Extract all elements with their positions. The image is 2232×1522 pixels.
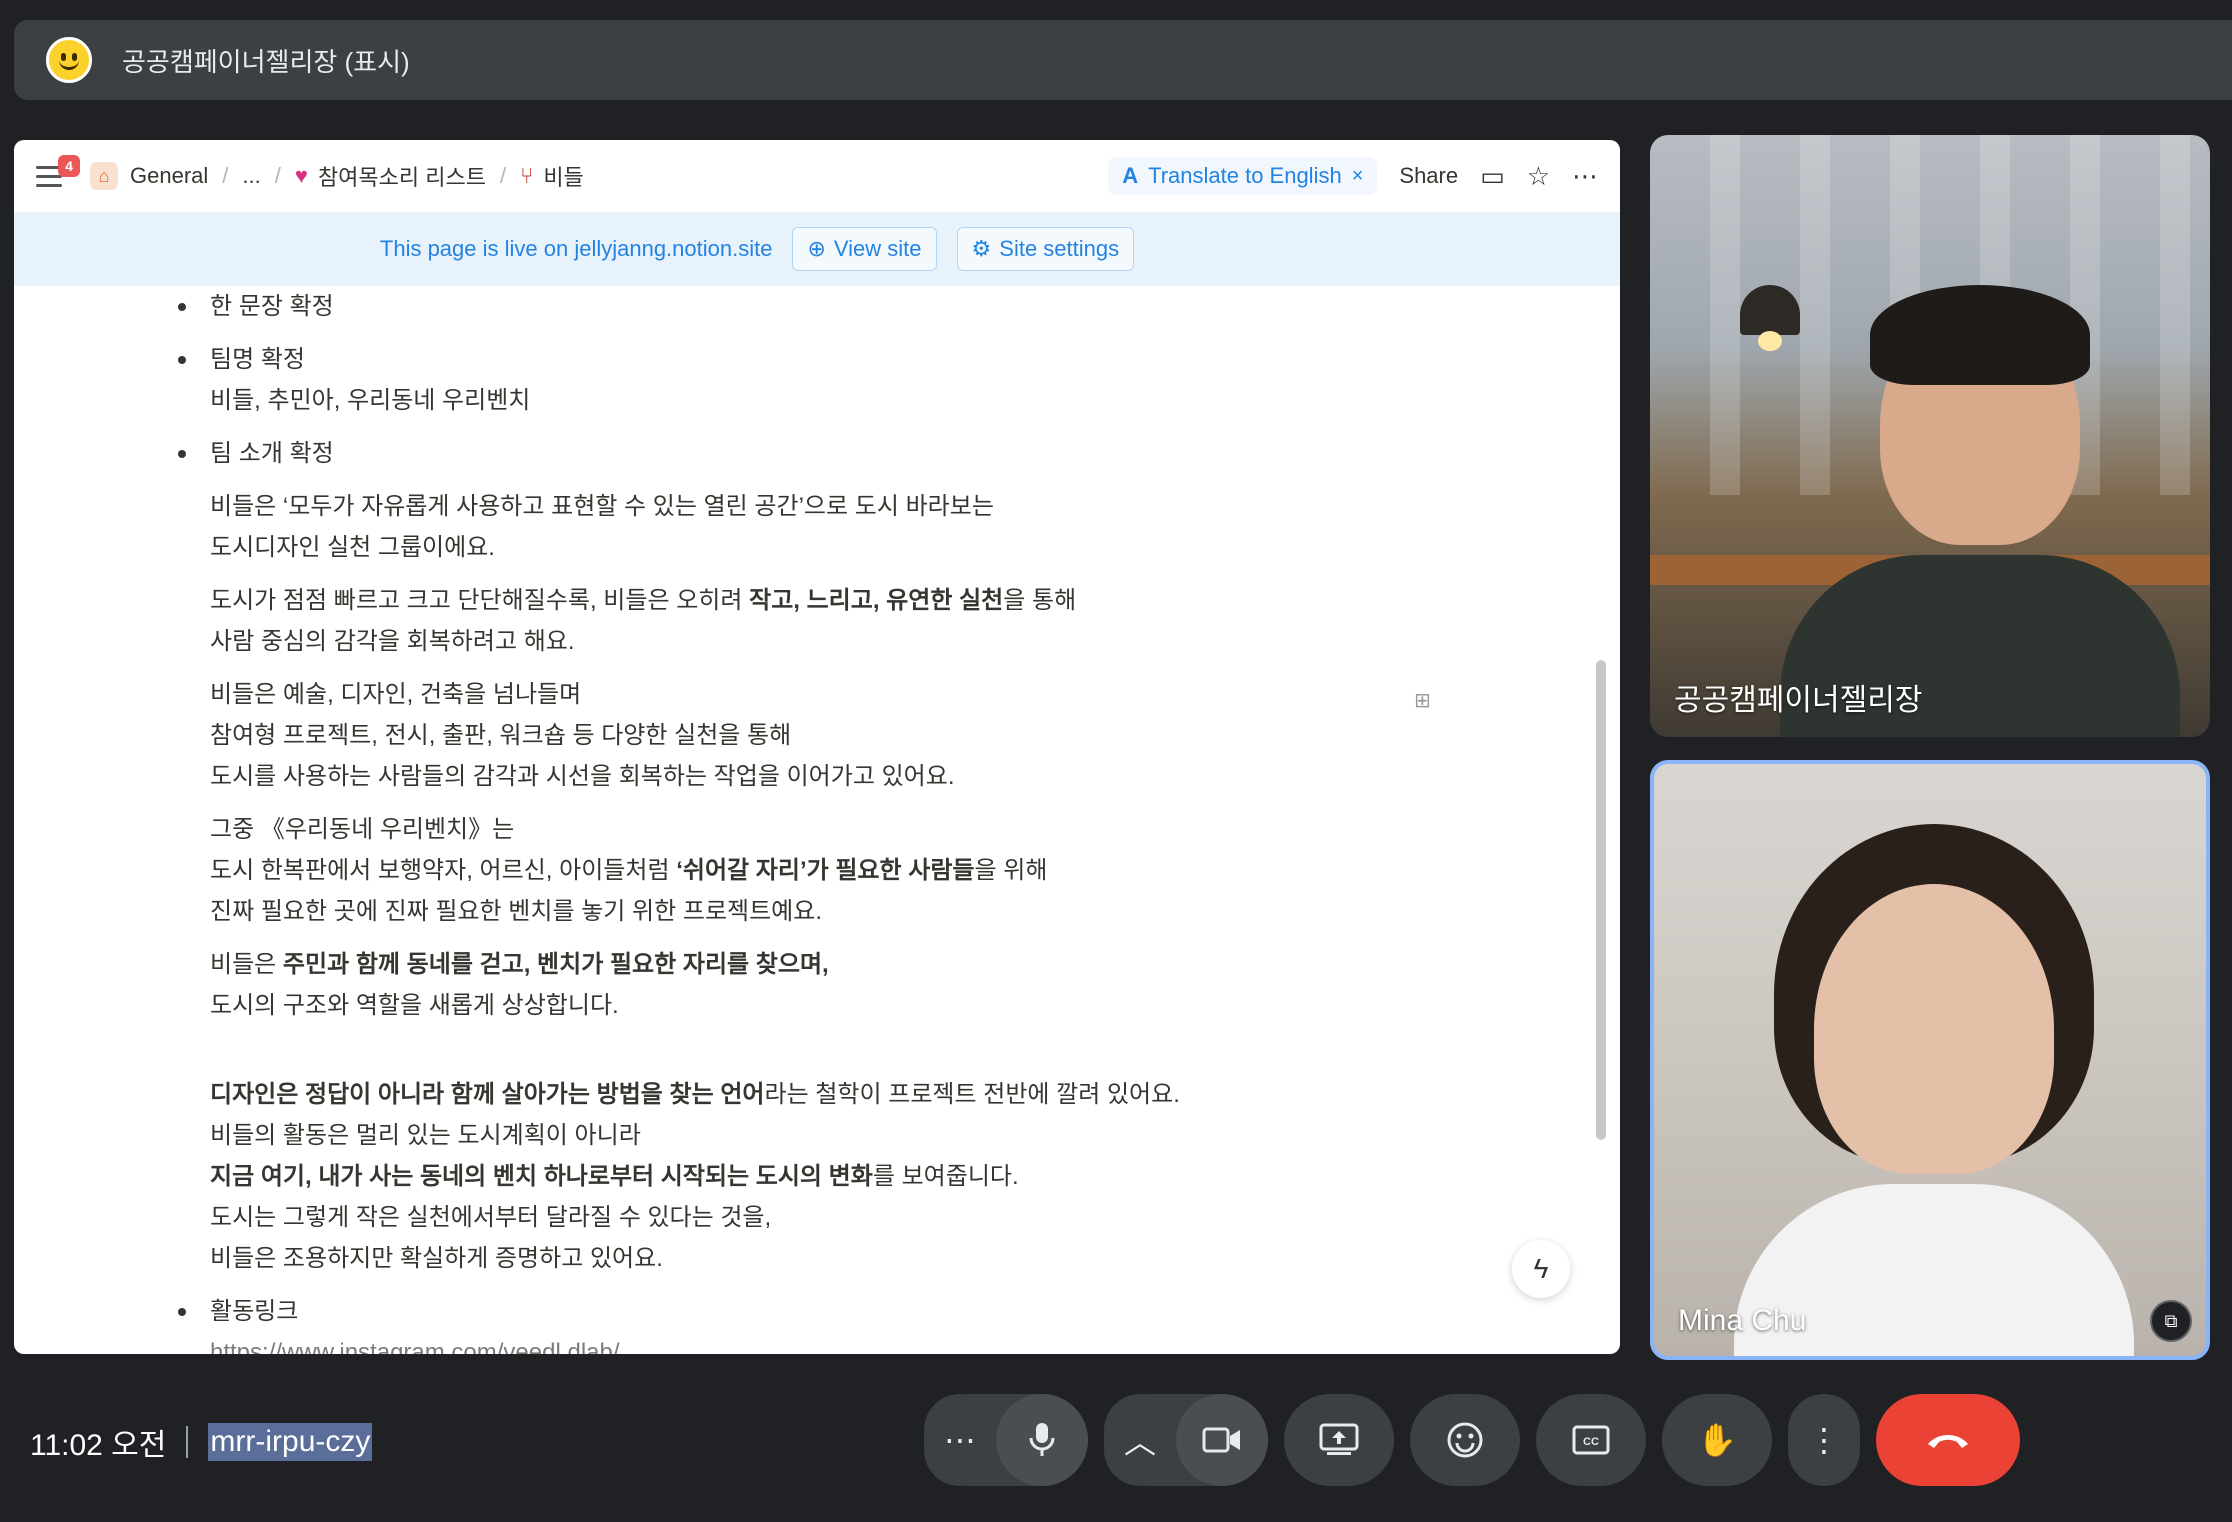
bullet-text[interactable]: 팀명 확정: [210, 339, 1604, 380]
globe-icon: ⊕: [807, 236, 826, 261]
breadcrumb-ellipsis[interactable]: ...: [242, 163, 260, 189]
participant-name: Mina Chu: [1678, 1304, 1807, 1337]
heart-icon: ♥: [294, 163, 308, 188]
paragraph-line: 도시를 사용하는 사람들의 감각과 시선을 회복하는 작업을 이어가고 있어요.: [210, 763, 955, 790]
paragraph[interactable]: 비들은 예술, 디자인, 건축을 넘나들며 참여형 프로젝트, 전시, 출판, …: [174, 674, 1604, 797]
close-icon[interactable]: ×: [1352, 165, 1364, 188]
list-item: 팀명 확정 비들, 추민아, 우리동네 우리벤치: [174, 339, 1604, 421]
paragraph-line: 디자인은 정답이 아니라 함께 살아가는 방법을 찾는 언어라는 철학이 프로젝…: [210, 1081, 1180, 1108]
bullet-subtext[interactable]: 비들, 추민아, 우리동네 우리벤치: [210, 380, 1604, 421]
list-item: 활동링크 https://www.instagram.com/veedl.dla…: [174, 1291, 1604, 1354]
site-settings-button[interactable]: ⚙ Site settings: [956, 227, 1135, 271]
more-icon[interactable]: ⋯: [1572, 161, 1598, 192]
participant-tile-active[interactable]: Mina Chu ⧉: [1650, 760, 2210, 1360]
audio-options-icon[interactable]: ⋯: [924, 1394, 996, 1486]
meeting-code[interactable]: mrr-irpu-czy: [208, 1423, 373, 1461]
list-item: 팀 소개 확정: [174, 433, 1604, 474]
video-controls: ︿: [1104, 1394, 1268, 1486]
presenter-title: 공공캠페이너젤리장 (표시): [122, 46, 410, 77]
paragraph-line: 도시는 그렇게 작은 실천에서부터 달라질 수 있다는 것을,: [210, 1204, 772, 1231]
paragraph-line: 참여형 프로젝트, 전시, 출판, 워크숍 등 다양한 실천을 통해: [210, 722, 792, 749]
breadcrumb: ⌂ General / ... / ♥ 참여목소리 리스트 / ⑂ 비들: [90, 160, 584, 192]
emoji-icon[interactable]: [1410, 1394, 1520, 1486]
paragraph[interactable]: 도시가 점점 빠르고 크고 단단해질수록, 비들은 오히려 작고, 느리고, 유…: [174, 580, 1604, 662]
paragraph[interactable]: 디자인은 정답이 아니라 함께 살아가는 방법을 찾는 언어라는 철학이 프로젝…: [174, 1074, 1604, 1279]
share-button[interactable]: Share: [1399, 163, 1458, 189]
banner-text: This page is live on jellyjanng.notion.s…: [379, 236, 773, 261]
pip-icon[interactable]: ⧉: [2150, 1300, 2192, 1342]
meeting-info: 11:02 오전 mrr-irpu-czy: [30, 1420, 373, 1464]
bullet-text[interactable]: 한 문장 확정: [210, 293, 334, 320]
end-call-icon[interactable]: [1876, 1394, 2020, 1486]
paragraph[interactable]: 그중 《우리동네 우리벤치》는 도시 한복판에서 보행약자, 어르신, 아이들처…: [174, 809, 1604, 932]
captions-icon[interactable]: CC: [1536, 1394, 1646, 1486]
instagram-link[interactable]: https://www.instagram.com/veedl.dlab/: [210, 1332, 1604, 1354]
paragraph[interactable]: 비들은 ‘모두가 자유롭게 사용하고 표현할 수 있는 열린 공간’으로 도시 …: [174, 486, 1604, 568]
paragraph[interactable]: 비들은 주민과 함께 동네를 걷고, 벤치가 필요한 자리를 찾으며, 도시의 …: [174, 944, 1604, 1026]
add-comment-icon[interactable]: ⊞: [1414, 688, 1431, 713]
star-icon[interactable]: ☆: [1527, 161, 1550, 192]
breadcrumb-current[interactable]: 비들: [543, 160, 583, 192]
translate-icon: A: [1122, 163, 1139, 188]
paragraph-line: 도시가 점점 빠르고 크고 단단해질수록, 비들은 오히려 작고, 느리고, 유…: [210, 587, 1077, 614]
view-site-button[interactable]: ⊕ View site: [792, 227, 937, 271]
notification-badge: 4: [58, 155, 80, 177]
breadcrumb-voice-list[interactable]: 참여목소리 리스트: [318, 160, 486, 192]
present-screen-icon[interactable]: [1284, 1394, 1394, 1486]
smiley-emoji-icon: [46, 37, 92, 83]
audio-controls: ⋯: [924, 1394, 1088, 1486]
participant-name: 공공캠페이너젤리장: [1674, 684, 1923, 717]
paragraph-line: 비들은 조용하지만 확실하게 증명하고 있어요.: [210, 1245, 663, 1272]
paragraph-line: 비들은 예술, 디자인, 건축을 넘나들며: [210, 681, 582, 708]
view-site-label: View site: [833, 236, 922, 261]
chair-icon: ⑂: [520, 163, 534, 188]
paragraph-line: 진짜 필요한 곳에 진짜 필요한 벤치를 놓기 위한 프로젝트예요.: [210, 898, 823, 925]
paragraph-line: 비들의 활동은 멀리 있는 도시계획이 아니라: [210, 1122, 641, 1149]
svg-text:CC: CC: [1583, 1436, 1599, 1448]
bullet-text[interactable]: 팀 소개 확정: [210, 440, 334, 467]
paragraph-line: 지금 여기, 내가 사는 동네의 벤치 하나로부터 시작되는 도시의 변화를 보…: [210, 1163, 1019, 1190]
page-content: 한 문장 확정 팀명 확정 비들, 추민아, 우리동네 우리벤치 팀 소개 확정…: [14, 286, 1604, 1354]
paragraph-line: 도시디자인 실천 그룹이에요.: [210, 534, 495, 561]
more-options-icon[interactable]: ⋮: [1788, 1394, 1860, 1486]
paragraph-line: 도시의 구조와 역할을 새롭게 상상합니다.: [210, 992, 619, 1019]
raise-hand-icon[interactable]: ✋: [1662, 1394, 1772, 1486]
presenting-bar: 공공캠페이너젤리장 (표시): [14, 20, 2232, 100]
translate-button[interactable]: A Translate to English ×: [1108, 157, 1378, 195]
home-icon: ⌂: [90, 162, 118, 190]
notion-ai-icon[interactable]: ϟ: [1512, 1240, 1570, 1298]
paragraph-line: 사람 중심의 감각을 회복하려고 해요.: [210, 628, 575, 655]
shared-screen-notion: 4 ⌂ General / ... / ♥ 참여목소리 리스트 / ⑂ 비들 A…: [14, 140, 1620, 1354]
chevron-up-icon[interactable]: ︿: [1104, 1394, 1176, 1486]
participant-tile[interactable]: 공공캠페이너젤리장: [1650, 135, 2210, 737]
paragraph-line: 비들은 주민과 함께 동네를 걷고, 벤치가 필요한 자리를 찾으며,: [210, 951, 829, 978]
breadcrumb-general[interactable]: General: [130, 163, 208, 189]
meeting-time: 11:02 오전: [30, 1429, 167, 1462]
live-site-banner: This page is live on jellyjanng.notion.s…: [14, 212, 1620, 286]
camera-icon[interactable]: [1176, 1394, 1268, 1486]
notion-topbar: 4 ⌂ General / ... / ♥ 참여목소리 리스트 / ⑂ 비들 A…: [14, 140, 1620, 212]
site-settings-label: Site settings: [999, 236, 1120, 261]
paragraph-line: 도시 한복판에서 보행약자, 어르신, 아이들처럼 ‘쉬어갈 자리’가 필요한 …: [210, 857, 1048, 884]
paragraph-line: 비들은 ‘모두가 자유롭게 사용하고 표현할 수 있는 열린 공간’으로 도시 …: [210, 493, 994, 520]
sidebar-menu-button[interactable]: 4: [36, 155, 80, 193]
comment-icon[interactable]: ▭: [1480, 161, 1505, 192]
bullet-text[interactable]: 활동링크: [210, 1291, 1604, 1332]
microphone-icon[interactable]: [996, 1394, 1088, 1486]
scrollbar[interactable]: [1596, 660, 1606, 1140]
translate-label: Translate to English: [1148, 163, 1342, 188]
list-item: 한 문장 확정: [174, 286, 1604, 327]
gear-icon: ⚙: [971, 236, 992, 261]
call-controls: ⋯ ︿ CC ✋ ⋮: [924, 1394, 2020, 1486]
paragraph-line: 그중 《우리동네 우리벤치》는: [210, 816, 515, 843]
